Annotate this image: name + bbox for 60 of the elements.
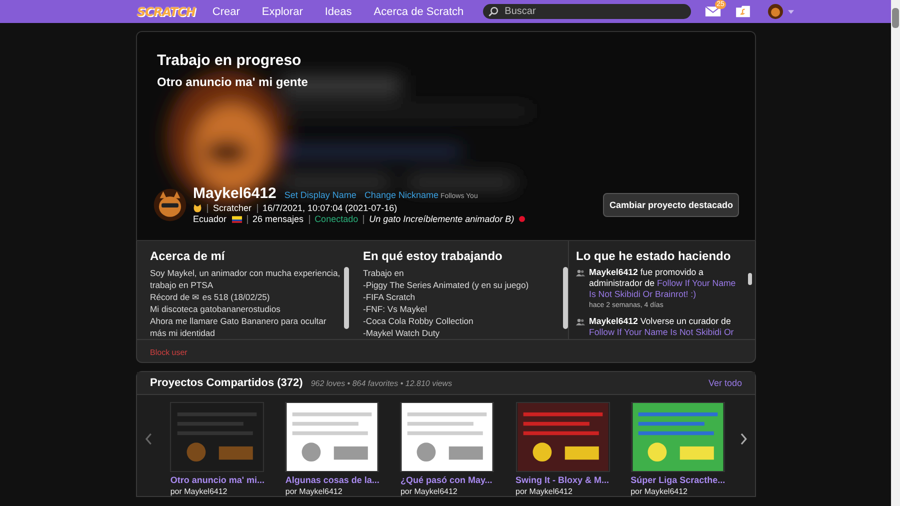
status-text: Un gato Increíblemente animador B) — [369, 214, 514, 224]
project-author[interactable]: por Maykel6412 — [170, 487, 268, 496]
cat-face-icon — [193, 204, 202, 212]
scrollbar[interactable] — [891, 0, 900, 506]
view-all-link[interactable]: Ver todo — [708, 378, 742, 388]
about-text: Récord de ✉ es 518 (18/02/25) — [150, 291, 271, 303]
project-author[interactable]: por Maykel6412 — [400, 487, 498, 496]
section-title: Proyectos Compartidos (372) — [150, 377, 303, 389]
project-title[interactable]: Swing It - Bloxy & M... — [516, 475, 613, 485]
banner-subtitle: Otro anuncio ma' mi gente — [157, 75, 309, 89]
change-featured-button[interactable]: Cambiar proyecto destacado — [603, 192, 739, 216]
country-label: Ecuador — [193, 214, 227, 224]
profile-link[interactable]: Set Display Name — [284, 190, 356, 200]
project-stats: 962 loves • 864 favorites • 12.810 views — [310, 379, 452, 388]
banner-title: Trabajo en progreso — [157, 52, 302, 69]
about-text: Ahora me llamare Gato Bananero para ocultar más mi identidad — [150, 315, 328, 339]
message-count: 26 mensajes — [252, 214, 304, 224]
folder-icon[interactable] — [734, 5, 751, 18]
people-icon — [576, 318, 585, 326]
nav-link[interactable]: Ideas — [314, 6, 363, 18]
caret-icon[interactable] — [788, 10, 794, 14]
nav-link[interactable]: Acerca de Scratch — [362, 6, 475, 18]
nav-link[interactable]: Crear — [201, 6, 251, 18]
working-text: -Maykel Watch Duty — [363, 327, 441, 339]
project-title[interactable]: Súper Liga Scracthe... — [630, 475, 728, 485]
working-text: -Piggy The Series Animated (y en su juego) — [363, 279, 530, 291]
section-title: Acerca de mí — [150, 249, 226, 263]
project-author[interactable]: por Maykel6412 — [516, 487, 613, 496]
nav-link[interactable]: Explorar — [250, 6, 314, 18]
envelope-icon[interactable] — [704, 6, 721, 17]
project-author[interactable]: por Maykel6412 — [285, 487, 382, 496]
profile-link[interactable]: Change Nickname — [364, 190, 438, 200]
scrollbar[interactable] — [563, 267, 568, 329]
online-status: Conectado — [314, 214, 358, 224]
joined-date: 16/7/2021, 10:07:04 (2021-07-16) — [262, 203, 398, 213]
block-user-link[interactable]: Block user — [150, 348, 188, 357]
search-field[interactable]: Buscar — [482, 4, 691, 19]
about-text: Soy Maykel, un animador con mucha experiencia, trabajo en PTSA — [150, 267, 342, 291]
scrollbar[interactable] — [748, 273, 752, 285]
working-text: -Coca Cola Robby Collection — [363, 315, 474, 327]
role-label: Scratcher — [213, 203, 252, 213]
activity-text: Maykel6412 fue promovido a administrador de Follow If Your Name Is Not Skibidi Or Brainrot! :) — [589, 267, 737, 300]
avatar-icon — [153, 188, 187, 222]
people-icon — [576, 269, 585, 277]
working-text: Trabajo en — [363, 267, 405, 279]
working-text: -FIFA Scratch — [363, 291, 416, 303]
activity-text: Maykel6412 Volverse un curador de Follow If Your Name Is Not Skibidi Or — [589, 316, 735, 337]
flag-icon — [232, 216, 242, 222]
scrollbar[interactable] — [344, 267, 349, 329]
search-icon — [488, 6, 499, 17]
project-title[interactable]: Algunas cosas de la... — [285, 475, 382, 485]
project-title[interactable]: ¿Qué pasó con May... — [400, 475, 498, 485]
about-text: Mi discoteca gatobananerostudios — [150, 303, 282, 315]
avatar-icon[interactable] — [768, 4, 783, 19]
project-title[interactable]: Otro anuncio ma' mi... — [170, 475, 268, 485]
section-title: Lo que he estado haciendo — [576, 249, 732, 263]
username: Maykel6412 — [193, 185, 276, 202]
section-title: En qué estoy trabajando — [363, 249, 504, 263]
working-text: -FNF: Vs Maykel — [363, 303, 428, 315]
project-author[interactable]: por Maykel6412 — [630, 487, 728, 496]
